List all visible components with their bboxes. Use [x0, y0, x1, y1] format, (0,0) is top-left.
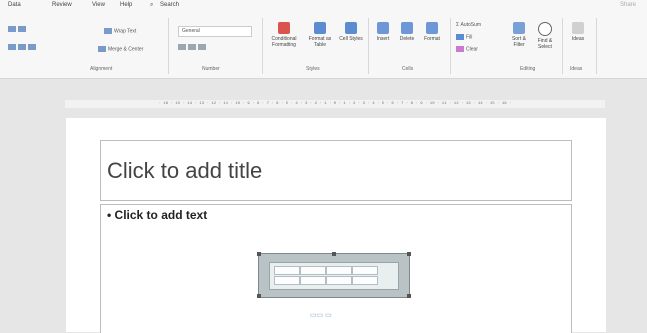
fill-button[interactable]: Fill: [456, 34, 472, 40]
format-as-table-button[interactable]: Format as Table: [304, 22, 336, 48]
ideas-icon: [572, 22, 584, 34]
separator: [562, 18, 563, 74]
editing-group-label: Editing: [520, 66, 536, 72]
resize-handle[interactable]: [332, 252, 336, 256]
spreadsheet-cell[interactable]: [326, 266, 352, 275]
separator: [368, 18, 369, 74]
resize-handle[interactable]: [407, 252, 411, 256]
ribbon: Wrap Text Merge & Center Alignment Gener…: [0, 14, 647, 79]
spreadsheet-cell[interactable]: [352, 276, 378, 285]
spreadsheet-cell[interactable]: [300, 266, 326, 275]
spreadsheet-object-icon: ▭▭ ▭: [310, 312, 332, 319]
wrap-text-label: Wrap Text: [114, 28, 137, 35]
spreadsheet-cell[interactable]: [352, 266, 378, 275]
sort-filter-label: Sort & Filter: [512, 36, 526, 48]
number-group-label: Number: [202, 66, 220, 72]
menu-review[interactable]: Review: [52, 2, 72, 8]
resize-handle[interactable]: [257, 252, 261, 256]
menu-search[interactable]: Search: [160, 2, 179, 8]
delete-cells-icon: [401, 22, 413, 34]
accounting-format-icon[interactable]: [178, 44, 208, 50]
find-icon: [538, 22, 552, 36]
menu-view[interactable]: View: [92, 2, 105, 8]
number-format-dropdown[interactable]: General: [178, 26, 252, 37]
clear-button[interactable]: Clear: [456, 46, 478, 52]
alignment-group-label: Alignment: [90, 66, 113, 72]
ideas-button-label: Ideas: [571, 36, 585, 42]
format-cells-icon: [426, 22, 438, 34]
ideas-button[interactable]: Ideas: [566, 22, 590, 42]
cell-styles-button[interactable]: Cell Styles: [338, 22, 364, 42]
merge-center-button[interactable]: Merge & Center: [98, 46, 143, 52]
clear-label: Clear: [466, 46, 478, 53]
insert-cells-icon: [377, 22, 389, 34]
align-left-icon[interactable]: [8, 44, 38, 50]
styles-group-label: Styles: [306, 66, 320, 72]
conditional-formatting-button[interactable]: Conditional Formatting: [266, 22, 302, 48]
wrap-text-button[interactable]: Wrap Text: [104, 28, 136, 34]
conditional-formatting-label: Conditional Formatting: [271, 36, 297, 48]
cell-styles-label: Cell Styles: [339, 36, 363, 42]
search-icon[interactable]: ⌕: [150, 2, 153, 9]
merge-center-label: Merge & Center: [108, 46, 144, 53]
horizontal-ruler: · 16 · 15 · 14 · 13 · 12 · 11 · 10 · 9 ·…: [65, 100, 605, 108]
spreadsheet-cell[interactable]: [274, 276, 300, 285]
format-label: Format: [424, 36, 440, 42]
title-placeholder[interactable]: Click to add title: [100, 140, 572, 201]
format-button[interactable]: Format: [420, 22, 444, 42]
sort-filter-button[interactable]: Sort & Filter: [506, 22, 532, 48]
find-select-button[interactable]: Find & Select: [532, 22, 558, 50]
separator: [262, 18, 263, 74]
spreadsheet-cell[interactable]: [326, 276, 352, 285]
align-top-icon[interactable]: [8, 26, 28, 32]
conditional-formatting-icon: [278, 22, 290, 34]
title-placeholder-text: Click to add title: [107, 158, 263, 183]
format-as-table-label: Format as Table: [308, 36, 332, 48]
sort-filter-icon: [513, 22, 525, 34]
insert-label: Insert: [376, 36, 390, 42]
menu-help[interactable]: Help: [120, 2, 132, 8]
separator: [450, 18, 451, 74]
autosum-button[interactable]: Σ AutoSum: [456, 22, 481, 28]
content-placeholder-text: • Click to add text: [107, 208, 208, 222]
insert-button[interactable]: Insert: [372, 22, 394, 42]
embedded-spreadsheet[interactable]: [257, 252, 411, 298]
format-as-table-icon: [314, 22, 326, 34]
ideas-group-label: Ideas: [570, 66, 583, 72]
spreadsheet-grid: [269, 262, 399, 290]
resize-handle[interactable]: [407, 294, 411, 298]
find-select-label: Find & Select: [537, 38, 553, 50]
spreadsheet-cell[interactable]: [274, 266, 300, 275]
separator: [168, 18, 169, 74]
number-format-value: General: [182, 28, 200, 34]
autosum-icon: Σ: [456, 22, 460, 28]
autosum-label: AutoSum: [460, 22, 482, 28]
separator: [596, 18, 597, 74]
resize-handle[interactable]: [257, 294, 261, 298]
cells-group-label: Cells: [402, 66, 414, 72]
delete-label: Delete: [399, 36, 415, 42]
fill-label: Fill: [466, 34, 473, 41]
cell-styles-icon: [345, 22, 357, 34]
spreadsheet-cell[interactable]: [300, 276, 326, 285]
menu-data[interactable]: Data: [8, 2, 21, 8]
share-button[interactable]: Share: [620, 2, 636, 8]
delete-button[interactable]: Delete: [396, 22, 418, 42]
menu-bar: Data Review View Help ⌕ Search Share: [0, 0, 647, 14]
